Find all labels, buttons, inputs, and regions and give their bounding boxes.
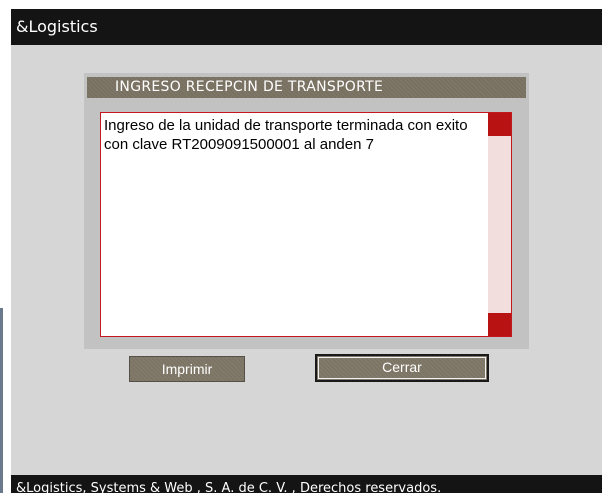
message-textarea[interactable]: Ingreso de la unidad de transporte termi… [100,112,512,337]
scroll-up-button[interactable] [488,113,511,136]
print-button[interactable]: Imprimir [129,356,245,382]
app-title: &Logistics [16,17,98,36]
app-window: &Logistics INGRESO RECEPCIN DE TRANSPORT… [11,9,602,493]
message-dialog: INGRESO RECEPCIN DE TRANSPORTE Ingreso d… [84,73,529,349]
message-text: Ingreso de la unidad de transporte termi… [104,117,468,153]
dialog-title: INGRESO RECEPCIN DE TRANSPORTE [115,79,384,95]
vertical-scrollbar[interactable] [488,113,511,336]
footer-copyright: &Logistics, Systems & Web , S. A. de C. … [16,481,442,493]
background-window-edge [0,308,3,493]
footer-bar: &Logistics, Systems & Web , S. A. de C. … [11,475,602,493]
scroll-down-button[interactable] [488,313,511,336]
title-bar: &Logistics [11,9,602,45]
dialog-header: INGRESO RECEPCIN DE TRANSPORTE [87,77,526,98]
close-button[interactable]: Cerrar [315,354,489,382]
